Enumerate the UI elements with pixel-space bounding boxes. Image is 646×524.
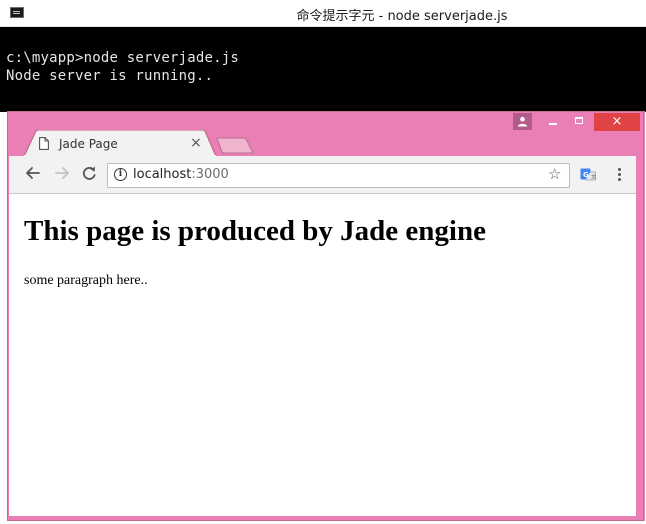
maximize-button[interactable] <box>566 113 592 131</box>
minimize-button[interactable] <box>540 113 566 131</box>
close-icon: × <box>611 114 623 129</box>
tab-close-icon[interactable]: × <box>190 136 204 150</box>
menu-dot <box>618 173 621 176</box>
console-title-bar[interactable]: 命令提示字元 - node serverjade.js <box>0 0 646 27</box>
svg-text:文: 文 <box>591 174 596 181</box>
console-line: c:\myapp>node serverjade.js <box>6 50 239 66</box>
reload-icon[interactable] <box>80 164 98 182</box>
new-tab-icon <box>216 137 254 154</box>
google-translate-icon[interactable]: G 文 <box>580 168 596 184</box>
tab-jade-page[interactable] <box>24 130 216 157</box>
url-port: :3000 <box>191 167 229 182</box>
page-paragraph: some paragraph here.. <box>24 273 148 288</box>
site-info-icon[interactable]: i <box>114 168 127 181</box>
forward-arrow-icon[interactable] <box>53 164 71 182</box>
console-window-title: 命令提示字元 - node serverjade.js <box>296 9 508 24</box>
url-host: localhost <box>133 167 192 182</box>
more-menu-icon[interactable] <box>615 167 623 183</box>
profile-button[interactable] <box>513 113 532 130</box>
menu-dot <box>618 168 621 171</box>
bookmark-star-icon[interactable]: ☆ <box>548 167 564 183</box>
back-arrow-icon[interactable] <box>24 164 42 182</box>
person-icon <box>518 116 527 127</box>
url-text[interactable]: localhost:3000 <box>133 167 229 182</box>
svg-text:G: G <box>583 171 589 179</box>
tab-shape <box>24 130 216 157</box>
console-line: Node server is running.. <box>6 68 214 84</box>
tab-title: Jade Page <box>59 137 118 151</box>
page-heading: This page is produced by Jade engine <box>24 215 486 247</box>
page-icon <box>39 137 49 150</box>
menu-dot <box>618 178 621 181</box>
close-window-button[interactable]: × <box>594 113 640 131</box>
console-output[interactable]: c:\myapp>node serverjade.js Node server … <box>0 27 646 112</box>
new-tab-button[interactable] <box>216 137 254 154</box>
maximize-icon <box>575 117 583 124</box>
minimize-icon <box>549 123 557 125</box>
